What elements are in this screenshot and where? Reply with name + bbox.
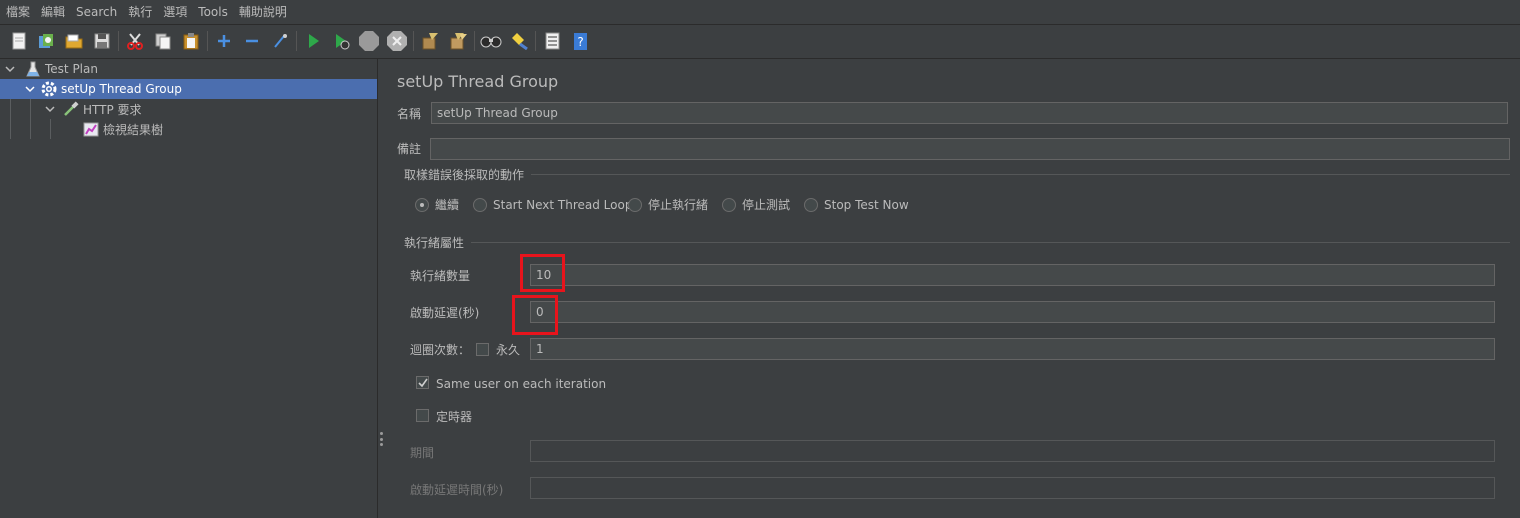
radio-stop-thread[interactable] xyxy=(628,198,642,212)
start-icon[interactable] xyxy=(302,30,324,52)
radio-continue[interactable] xyxy=(415,198,429,212)
radio-stop-test[interactable] xyxy=(722,198,736,212)
toolbar-separator xyxy=(207,31,208,51)
toolbar-separator xyxy=(413,31,414,51)
menu-search[interactable]: Search xyxy=(70,0,122,24)
infinite-label: 永久 xyxy=(496,343,521,357)
templates-icon[interactable] xyxy=(35,30,57,52)
highlight-box xyxy=(512,295,558,335)
expand-icon[interactable] xyxy=(213,30,235,52)
collapse-icon[interactable] xyxy=(241,30,263,52)
menu-bar: 檔案 編輯 Search 執行 選項 Tools 輔助說明 xyxy=(0,0,1520,25)
checkmark-icon xyxy=(417,378,428,387)
duration-field xyxy=(530,440,1495,462)
toolbar: ? xyxy=(0,25,1520,59)
radio-label: 停止測試 xyxy=(742,198,791,212)
tree-item-http-request[interactable]: HTTP 要求 xyxy=(44,99,142,119)
copy-icon[interactable] xyxy=(152,30,174,52)
tree-item-label: setUp Thread Group xyxy=(61,82,182,96)
thread-count-label: 執行緒數量 xyxy=(410,269,471,283)
same-user-label: Same user on each iteration xyxy=(436,377,607,391)
tree-guide-line xyxy=(50,119,51,139)
comment-label: 備註 xyxy=(397,142,422,156)
radio-label: Start Next Thread Loop xyxy=(493,198,633,212)
toolbar-separator xyxy=(474,31,475,51)
name-field[interactable] xyxy=(431,102,1508,124)
startup-delay-field xyxy=(530,477,1495,499)
cut-icon[interactable] xyxy=(124,30,146,52)
radio-label: 停止執行緒 xyxy=(648,198,709,212)
start-no-pause-icon[interactable] xyxy=(330,30,352,52)
shutdown-icon[interactable] xyxy=(386,30,408,52)
radio-stop-test-now[interactable] xyxy=(804,198,818,212)
function-helper-icon[interactable] xyxy=(541,30,563,52)
tree-guide-line xyxy=(30,99,31,139)
menu-run[interactable]: 執行 xyxy=(122,0,157,24)
chevron-down-icon[interactable] xyxy=(4,64,16,74)
tree-item-label: 檢視結果樹 xyxy=(103,122,164,137)
tree-item-test-plan[interactable]: Test Plan xyxy=(4,59,98,79)
tree-item-setup-thread-group[interactable]: setUp Thread Group xyxy=(0,79,377,99)
new-icon[interactable] xyxy=(8,30,30,52)
toggle-icon[interactable] xyxy=(269,30,291,52)
paste-icon[interactable] xyxy=(180,30,202,52)
tree-item-view-results-tree[interactable]: 檢視結果樹 xyxy=(82,119,163,139)
toolbar-separator xyxy=(535,31,536,51)
scheduler-label: 定時器 xyxy=(436,410,473,424)
menu-file[interactable]: 檔案 xyxy=(0,0,35,24)
radio-start-next-thread-loop[interactable] xyxy=(473,198,487,212)
drag-handle-icon[interactable] xyxy=(380,432,383,446)
stop-icon[interactable] xyxy=(358,30,380,52)
ramp-up-label: 啟動延遲(秒) xyxy=(410,306,480,320)
toolbar-separator xyxy=(118,31,119,51)
menu-help[interactable]: 輔助說明 xyxy=(233,0,292,24)
loop-count-label: 迴圈次數： xyxy=(410,343,471,357)
save-icon[interactable] xyxy=(91,30,113,52)
loop-count-field[interactable] xyxy=(530,338,1495,360)
infinite-checkbox[interactable] xyxy=(476,343,489,356)
search-icon[interactable] xyxy=(480,30,502,52)
thread-count-field[interactable] xyxy=(530,264,1495,286)
open-icon[interactable] xyxy=(63,30,85,52)
clear-icon[interactable] xyxy=(419,30,441,52)
thread-group-panel: setUp Thread Group 名稱 備註 取樣錯誤後採取的動作 繼續 S… xyxy=(387,59,1520,518)
error-action-group-title: 取樣錯誤後採取的動作 xyxy=(404,168,525,182)
clear-all-icon[interactable] xyxy=(447,30,469,52)
chevron-down-icon[interactable] xyxy=(44,104,56,114)
menu-options[interactable]: 選項 xyxy=(157,0,192,24)
radio-label: 繼續 xyxy=(435,198,460,212)
test-plan-tree: Test Plan setUp Thread Group HTTP 要求 檢視結… xyxy=(0,59,378,518)
chart-icon xyxy=(82,120,100,138)
highlight-box xyxy=(520,254,565,292)
group-divider xyxy=(471,242,1510,243)
menu-tools[interactable]: Tools xyxy=(192,0,233,24)
svg-text:?: ? xyxy=(577,35,583,49)
thread-properties-title: 執行緒屬性 xyxy=(404,236,465,250)
comment-field[interactable] xyxy=(430,138,1510,160)
tree-item-label: HTTP 要求 xyxy=(83,102,142,117)
pipette-icon xyxy=(62,100,80,118)
duration-label: 期間 xyxy=(410,446,435,460)
help-icon[interactable]: ? xyxy=(569,30,591,52)
menu-edit[interactable]: 編輯 xyxy=(35,0,70,24)
reset-search-icon[interactable] xyxy=(508,30,530,52)
chevron-down-icon[interactable] xyxy=(24,84,36,94)
gear-icon xyxy=(40,80,58,98)
toolbar-separator xyxy=(296,31,297,51)
ramp-up-field[interactable] xyxy=(530,301,1495,323)
test-plan-icon xyxy=(24,60,42,78)
tree-item-label: Test Plan xyxy=(45,62,98,76)
name-label: 名稱 xyxy=(397,107,422,121)
startup-delay-label: 啟動延遲時間(秒) xyxy=(410,483,504,497)
scheduler-checkbox[interactable] xyxy=(416,409,429,422)
same-user-checkbox[interactable] xyxy=(416,376,429,389)
radio-label: Stop Test Now xyxy=(824,198,909,212)
split-pane-divider[interactable] xyxy=(378,59,386,518)
group-divider xyxy=(531,174,1510,175)
page-title: setUp Thread Group xyxy=(397,72,559,91)
